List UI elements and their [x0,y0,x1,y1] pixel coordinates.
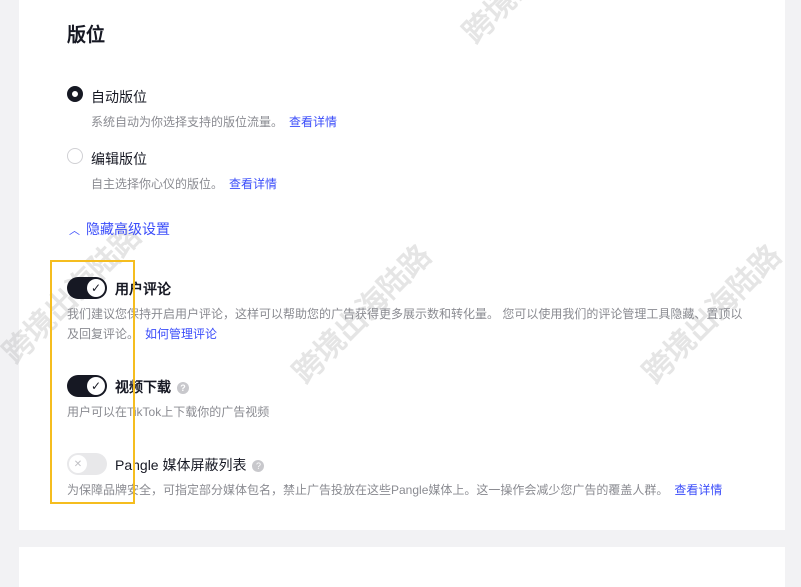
highlight-box [50,260,135,504]
radio-edit-placement[interactable] [67,148,83,164]
help-icon[interactable]: ? [177,382,189,395]
setting-label: Pangle 媒体屏蔽列表? [115,455,265,475]
setting-description: 我们建议您保持开启用户评论，这样可以帮助您的广告获得更多展示数和转化量。 您可以… [67,307,743,321]
next-card [19,547,785,587]
option-description: 自主选择你心仪的版位。 查看详情 [91,177,278,191]
chevron-up-icon: ︿ [69,225,80,237]
radio-auto-placement[interactable] [67,86,83,102]
help-icon[interactable]: ? [252,460,265,473]
option-label: 自动版位 [91,89,147,105]
manage-comments-link[interactable]: 如何管理评论 [145,327,217,341]
hide-advanced-settings-link[interactable]: ︿ 隐藏高级设置 [69,219,170,239]
setting-description: 为保障品牌安全，可指定部分媒体包名，禁止广告投放在这些Pangle媒体上。这一操… [67,483,723,497]
page-title: 版位 [67,25,106,46]
view-details-link[interactable]: 查看详情 [674,483,722,497]
option-label: 编辑版位 [91,151,147,167]
view-details-link[interactable]: 查看详情 [229,177,277,191]
option-description: 系统自动为你选择支持的版位流量。 查看详情 [91,115,338,129]
view-details-link[interactable]: 查看详情 [289,115,337,129]
